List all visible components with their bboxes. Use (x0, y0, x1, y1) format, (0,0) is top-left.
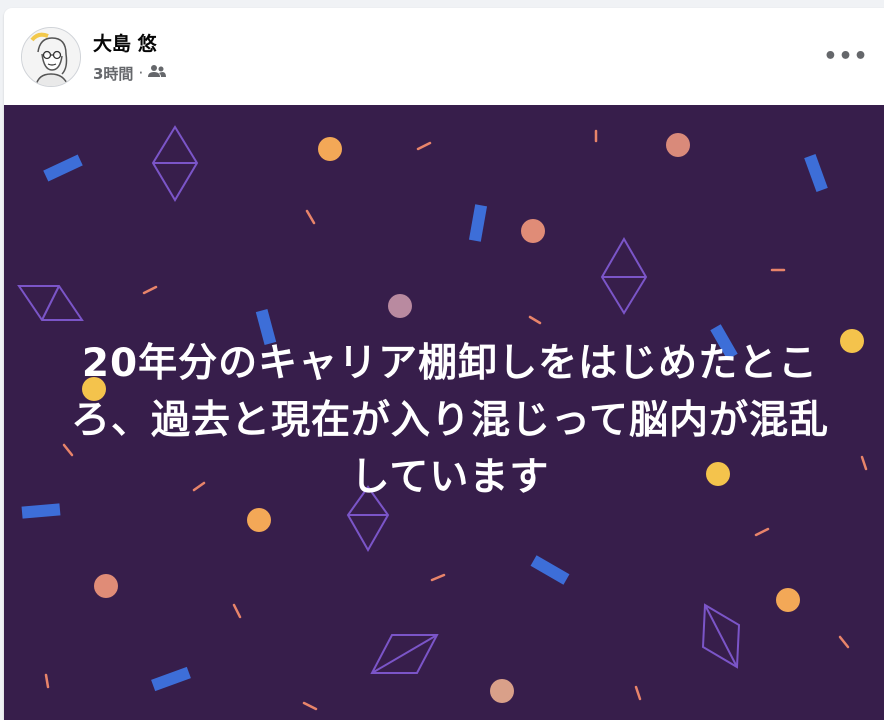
post-header: 大島 悠 3時間 · ••• (4, 8, 884, 105)
post-meta: 3時間 · (93, 63, 167, 84)
post-timestamp[interactable]: 3時間 (93, 63, 133, 84)
post-text: 20年分のキャリア棚卸しをはじめたところ、過去と現在が入り混じって脳内が混乱して… (70, 341, 830, 500)
post-card: 大島 悠 3時間 · ••• 20年分のキャリア棚卸しをはじめたところ、過去と現… (4, 8, 884, 720)
friends-icon[interactable] (148, 64, 167, 82)
meta-separator: · (138, 64, 144, 82)
post-image[interactable]: 20年分のキャリア棚卸しをはじめたところ、過去と現在が入り混じって脳内が混乱して… (4, 105, 884, 720)
author-name[interactable]: 大島 悠 (93, 29, 157, 56)
more-horizontal-icon[interactable]: ••• (823, 38, 867, 74)
author-avatar[interactable] (21, 27, 81, 87)
